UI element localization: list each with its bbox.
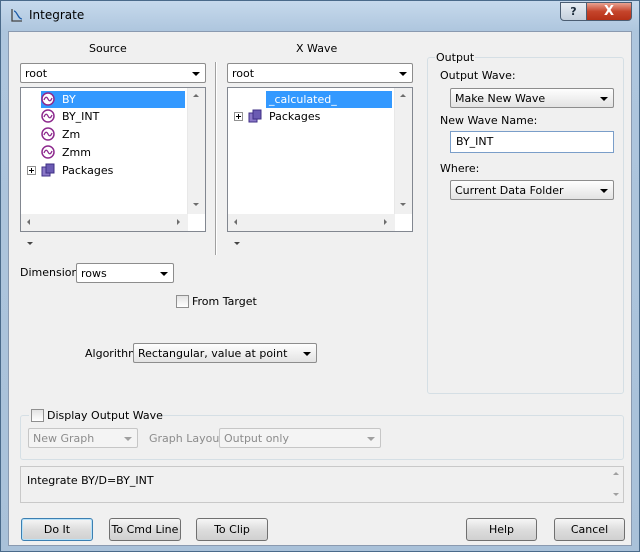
chevron-down-icon (367, 437, 375, 441)
xwave-options-chevron-icon[interactable] (234, 242, 240, 245)
dimension-label: Dimension: (20, 266, 83, 279)
source-list[interactable]: BY BY_INT Zm Zmm Packages (20, 87, 206, 232)
where-select[interactable]: Current Data Folder (450, 180, 614, 200)
to-cmd-line-button[interactable]: To Cmd Line (109, 518, 181, 541)
title-bar[interactable]: Integrate ? X (1, 1, 639, 31)
cancel-button[interactable]: Cancel (554, 518, 625, 541)
vertical-scrollbar[interactable] (394, 88, 412, 214)
list-item[interactable]: Packages (248, 108, 392, 125)
folder-icon (248, 109, 262, 123)
dimension-value: rows (81, 267, 107, 280)
horizontal-scrollbar[interactable] (21, 214, 188, 231)
wave-icon (41, 145, 55, 159)
list-item-label: BY_INT (62, 110, 100, 123)
xwave-folder-select[interactable]: root (227, 63, 413, 83)
expand-icon[interactable] (234, 112, 243, 121)
scroll-left-icon[interactable] (234, 219, 237, 225)
list-item[interactable]: _calculated_ (266, 91, 392, 108)
list-item[interactable]: Packages (41, 162, 185, 179)
output-wave-select[interactable]: Make New Wave (450, 88, 614, 108)
scroll-right-icon[interactable] (177, 219, 180, 225)
output-wave-label: Output Wave: (440, 69, 516, 82)
vertical-scrollbar[interactable] (187, 88, 205, 214)
list-item-label: Zm (62, 128, 81, 141)
scroll-up-icon[interactable] (400, 94, 406, 97)
wave-icon (41, 127, 55, 141)
scroll-up-icon[interactable] (193, 94, 199, 97)
source-options-chevron-icon[interactable] (27, 242, 33, 245)
xwave-folder-value: root (232, 67, 255, 80)
where-label: Where: (440, 162, 480, 175)
graph-layout-select[interactable]: Output only (219, 428, 381, 448)
source-folder-value: root (25, 67, 48, 80)
new-wave-name-input[interactable]: BY_INT (450, 131, 614, 153)
horizontal-scrollbar[interactable] (228, 214, 395, 231)
display-output-label[interactable]: Display Output Wave (47, 409, 163, 422)
chevron-down-icon (600, 189, 608, 193)
output-wave-value: Make New Wave (455, 92, 546, 105)
list-item[interactable]: BY (41, 91, 185, 108)
where-value: Current Data Folder (455, 184, 564, 197)
chevron-down-icon (399, 72, 407, 76)
close-button[interactable]: X (586, 2, 632, 21)
list-item[interactable]: Zm (41, 126, 185, 143)
from-target-checkbox[interactable] (176, 295, 189, 308)
chevron-down-icon (192, 72, 200, 76)
column-divider (215, 62, 217, 255)
xwave-list[interactable]: _calculated_ Packages (227, 87, 413, 232)
wave-icon (41, 92, 55, 106)
expand-icon[interactable] (27, 166, 36, 175)
window-title: Integrate (29, 8, 85, 22)
wave-icon (41, 109, 55, 123)
display-output-checkbox[interactable] (31, 409, 44, 422)
chevron-down-icon (160, 272, 168, 276)
list-item-label: Packages (62, 164, 114, 177)
list-item-label: _calculated_ (269, 93, 337, 106)
algorithm-value: Rectangular, value at point (138, 347, 288, 360)
from-target-label[interactable]: From Target (192, 295, 257, 308)
source-folder-select[interactable]: root (20, 63, 206, 83)
integral-icon (11, 9, 23, 22)
graph-layout-value: Output only (224, 432, 289, 445)
chevron-down-icon (303, 352, 311, 356)
graph-layout-label: Graph Layout: (149, 432, 228, 445)
dimension-select[interactable]: rows (76, 263, 174, 283)
dialog-client: Source root BY BY_INT Zm Zmm Packages X … (8, 31, 632, 546)
chevron-down-icon (124, 437, 132, 441)
list-item-label: Packages (269, 110, 321, 123)
to-clip-button[interactable]: To Clip (196, 518, 268, 541)
folder-icon (41, 163, 55, 177)
scroll-left-icon[interactable] (27, 219, 30, 225)
new-graph-select[interactable]: New Graph (28, 428, 138, 448)
source-header: Source (89, 42, 127, 55)
list-item[interactable]: Zmm (41, 144, 185, 161)
do-it-button[interactable]: Do It (21, 518, 93, 541)
help-button[interactable]: Help (466, 518, 537, 541)
scroll-down-icon[interactable] (193, 203, 199, 206)
list-item-label: Zmm (62, 146, 91, 159)
xwave-header: X Wave (296, 42, 338, 55)
new-graph-value: New Graph (33, 432, 95, 445)
list-item[interactable]: BY_INT (41, 108, 185, 125)
command-preview[interactable]: Integrate BY/D=BY_INT (20, 466, 624, 503)
scroll-down-icon[interactable] (613, 493, 619, 496)
scroll-down-icon[interactable] (400, 203, 406, 206)
new-wave-name-value: BY_INT (456, 135, 494, 148)
output-group-label: Output (435, 51, 476, 64)
algorithm-select[interactable]: Rectangular, value at point (133, 343, 317, 363)
command-text: Integrate BY/D=BY_INT (27, 474, 154, 487)
scroll-right-icon[interactable] (384, 219, 387, 225)
scroll-up-icon[interactable] (613, 472, 619, 475)
new-wave-name-label: New Wave Name: (440, 114, 538, 127)
help-title-button[interactable]: ? (560, 2, 587, 21)
dialog-window: Integrate ? X Source root BY BY_INT Zm Z… (0, 0, 640, 552)
list-item-label: BY (62, 93, 76, 106)
chevron-down-icon (600, 97, 608, 101)
